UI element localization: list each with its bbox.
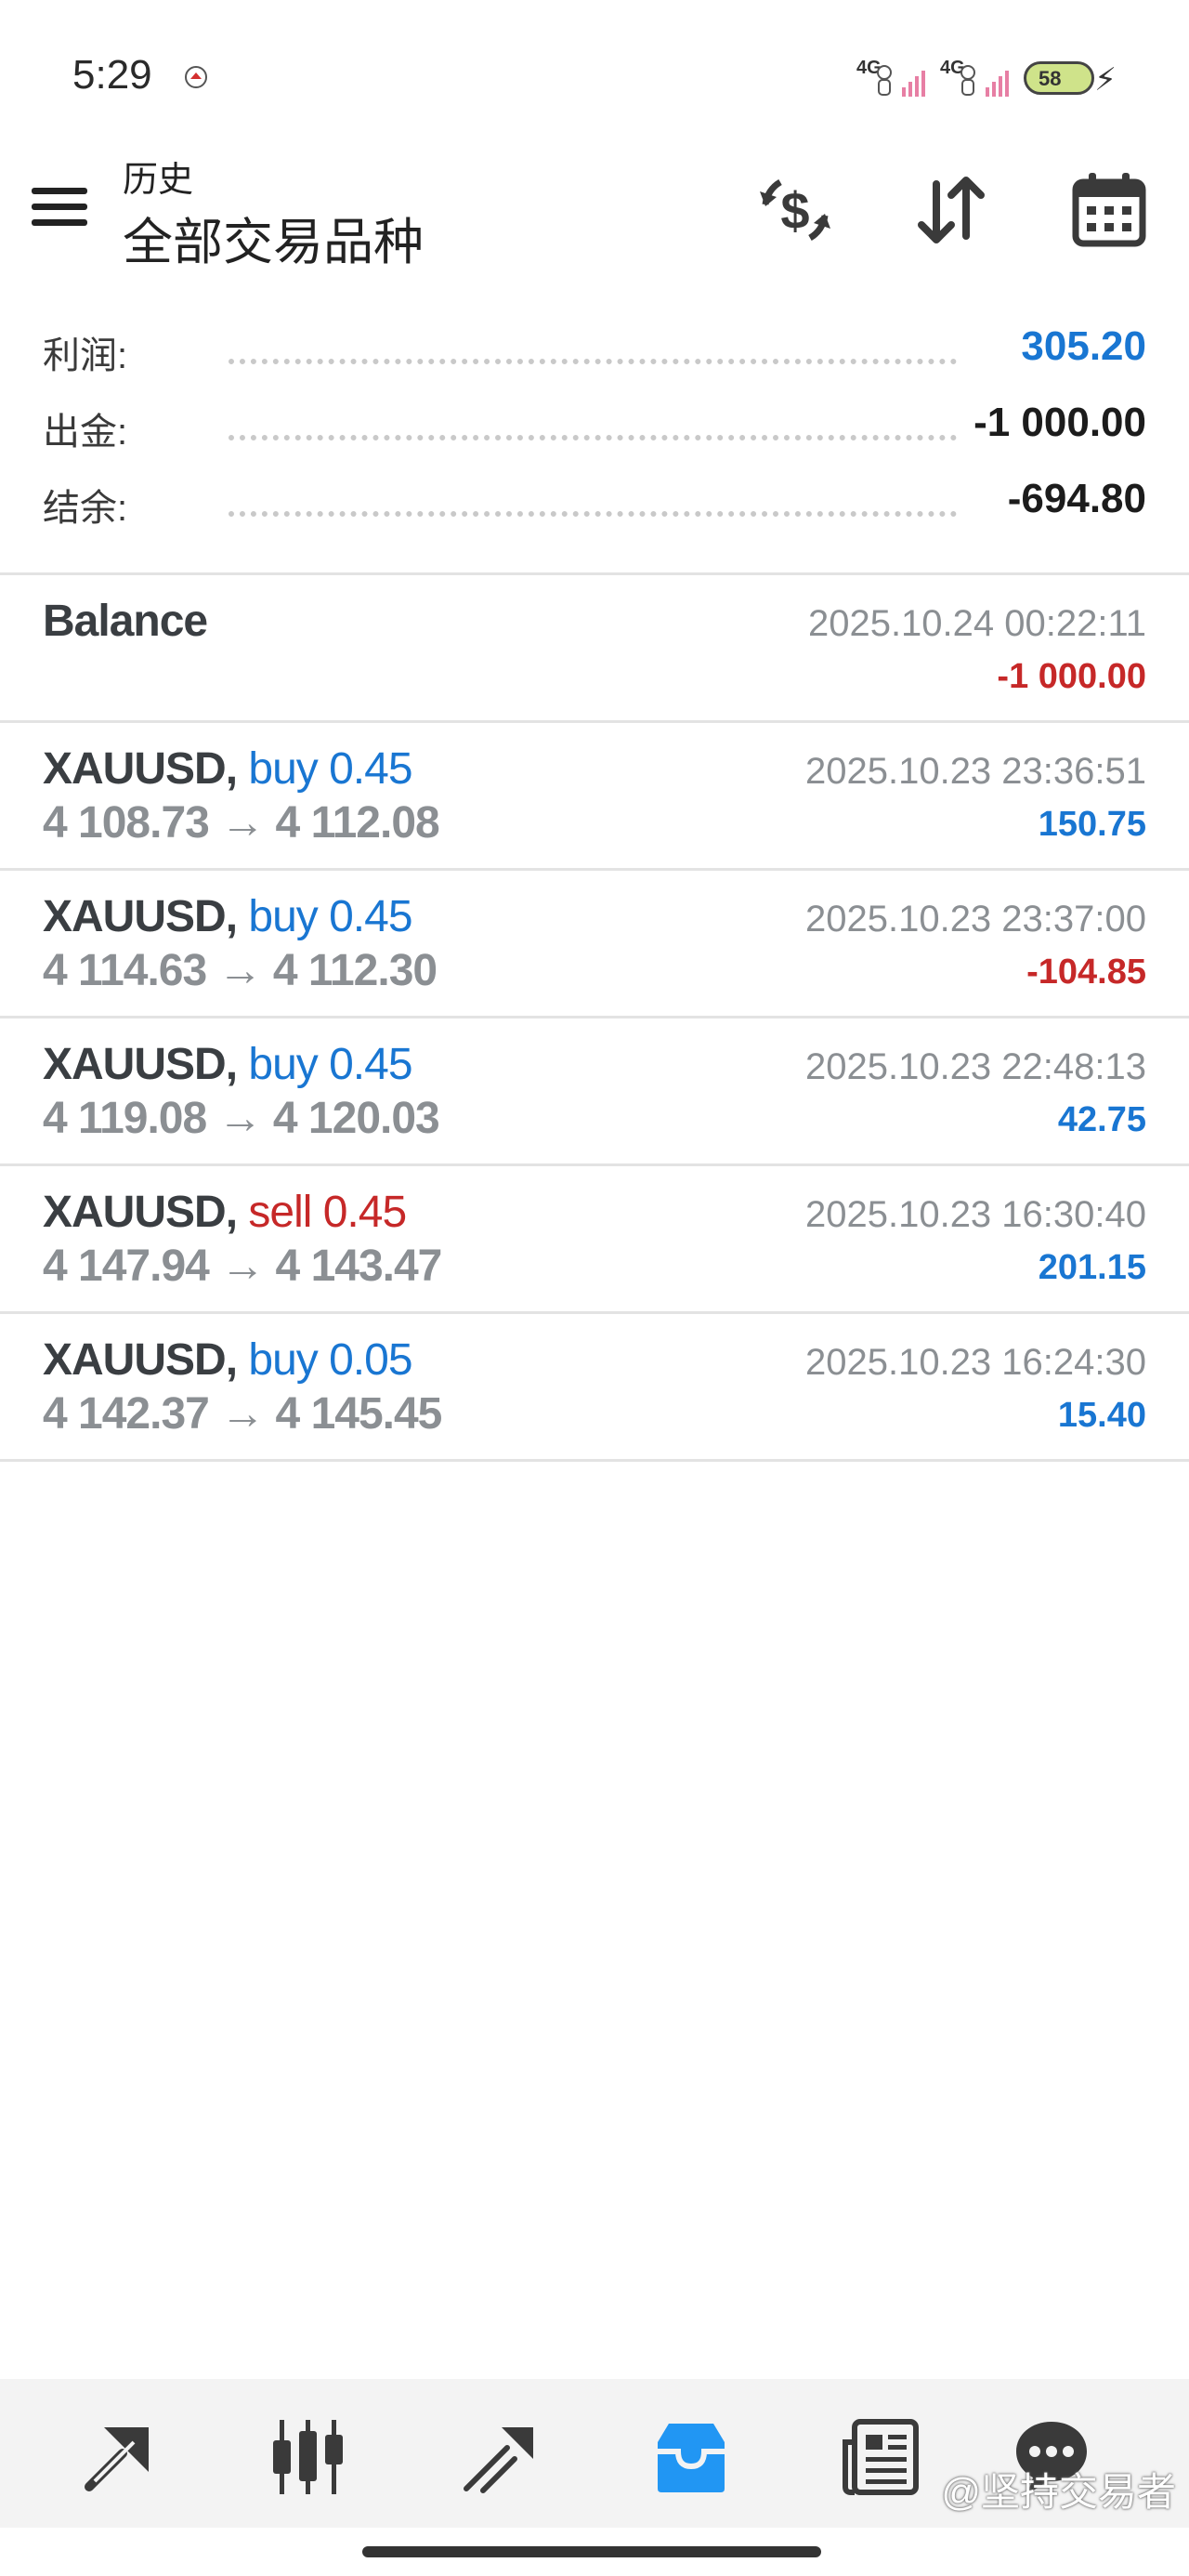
deal-symbol: XAUUSD, <box>43 892 238 941</box>
deal-side: buy 0.45 <box>248 744 412 794</box>
summary-profit-row: 利润: 305.20 <box>0 307 1189 383</box>
profit-label: 利润: <box>43 335 128 376</box>
deal-side: buy 0.45 <box>248 1040 412 1089</box>
menu-button[interactable] <box>32 188 87 230</box>
deal-row[interactable]: XAUUSD, buy 0.05 4 142.37 → 4 145.45 202… <box>0 1314 1189 1462</box>
open-price: 4 142.37 <box>43 1389 210 1439</box>
price-arrow: → <box>217 946 263 995</box>
trade-icon[interactable] <box>457 2414 542 2500</box>
history-icon[interactable] <box>648 2414 734 2500</box>
summary-withdrawal-row: 出金: -1 000.00 <box>0 383 1189 459</box>
deal-time: 2025.10.23 16:30:40 <box>804 1194 1146 1235</box>
status-bar: 5:29 4G 4G 58 ⚡ <box>0 0 1189 139</box>
quotes-icon[interactable] <box>76 2414 162 2500</box>
open-price: 4 114.63 <box>43 946 207 995</box>
deal-row[interactable]: XAUUSD, buy 0.45 4 114.63 → 4 112.30 202… <box>0 871 1189 1019</box>
dotted-leader <box>229 359 957 364</box>
exchange-dollar-icon[interactable]: $ <box>752 167 838 253</box>
home-indicator[interactable] <box>362 2546 821 2557</box>
battery-icon: 58 ⚡ <box>1024 56 1117 100</box>
deal-prices: 4 147.94 → 4 143.47 <box>43 1241 443 1292</box>
sort-icon[interactable] <box>908 167 994 253</box>
deal-symbol: XAUUSD, <box>43 1188 238 1237</box>
open-price: 4 147.94 <box>43 1242 210 1291</box>
price-arrow: → <box>220 798 265 848</box>
deal-row[interactable]: XAUUSD, sell 0.45 4 147.94 → 4 143.47 20… <box>0 1166 1189 1314</box>
close-price: 4 143.47 <box>275 1242 443 1291</box>
deal-prices: 4 114.63 → 4 112.30 <box>43 945 438 996</box>
deal-row[interactable]: XAUUSD, buy 0.45 4 119.08 → 4 120.03 202… <box>0 1019 1189 1166</box>
deal-time: 2025.10.23 23:37:00 <box>804 899 1146 940</box>
app-header: 历史 全部交易品种 $ <box>0 139 1189 279</box>
open-price: 4 108.73 <box>43 798 210 848</box>
deal-row[interactable]: XAUUSD, buy 0.45 4 108.73 → 4 112.08 202… <box>0 723 1189 871</box>
deal-list: Balance 2025.10.24 00:22:11 -1 000.00 XA… <box>0 575 1189 1462</box>
deal-side: sell 0.45 <box>248 1188 407 1237</box>
signal-icon: 4G <box>856 54 925 102</box>
deal-prices: 4 108.73 → 4 112.08 <box>43 797 440 848</box>
chart-icon[interactable] <box>266 2414 351 2500</box>
deal-title: XAUUSD, buy 0.45 <box>43 1039 413 1090</box>
withdrawal-label: 出金: <box>43 412 128 453</box>
status-time: 5:29 <box>72 52 152 98</box>
close-price: 4 120.03 <box>272 1094 440 1143</box>
deal-time: 2025.10.23 23:36:51 <box>804 751 1146 792</box>
close-price: 4 145.45 <box>275 1389 443 1439</box>
notification-icon <box>185 66 207 88</box>
dotted-leader <box>229 511 957 517</box>
dotted-leader <box>229 435 957 440</box>
deal-time: 2025.10.24 00:22:11 <box>807 603 1146 644</box>
deal-profit: 42.75 <box>1057 1100 1146 1139</box>
deal-side: buy 0.05 <box>248 1335 412 1385</box>
balance-operation-row[interactable]: Balance 2025.10.24 00:22:11 -1 000.00 <box>0 575 1189 723</box>
summary-balance-row: 结余: -694.80 <box>0 459 1189 535</box>
deal-title: Balance <box>43 597 208 646</box>
deal-prices: 4 119.08 → 4 120.03 <box>43 1093 440 1144</box>
history-summary: 利润: 305.20 出金: -1 000.00 结余: -694.80 <box>0 307 1189 535</box>
price-arrow: → <box>220 1389 265 1439</box>
deal-symbol: XAUUSD, <box>43 1040 238 1089</box>
deal-title: XAUUSD, buy 0.05 <box>43 1334 413 1386</box>
deal-title: XAUUSD, buy 0.45 <box>43 891 413 942</box>
open-price: 4 119.08 <box>43 1094 207 1143</box>
signal-icon: 4G <box>940 54 1009 102</box>
deal-symbol: XAUUSD, <box>43 1335 238 1385</box>
symbol-filter-title[interactable]: 全部交易品种 <box>123 201 424 274</box>
deal-profit: 15.40 <box>1057 1396 1146 1435</box>
battery-level: 58 <box>1039 67 1062 90</box>
deal-title: XAUUSD, sell 0.45 <box>43 1187 407 1238</box>
deal-profit: -1 000.00 <box>997 657 1146 696</box>
deal-time: 2025.10.23 16:24:30 <box>804 1342 1146 1383</box>
price-arrow: → <box>217 1094 263 1143</box>
price-arrow: → <box>220 1242 265 1291</box>
svg-text:$: $ <box>780 181 809 240</box>
withdrawal-value: -1 000.00 <box>973 400 1146 445</box>
deal-symbol: XAUUSD, <box>43 744 238 794</box>
page-subtitle: 历史 <box>123 161 194 200</box>
deal-side: buy 0.45 <box>248 892 412 941</box>
close-price: 4 112.30 <box>272 946 438 995</box>
status-icons: 4G 4G 58 ⚡ <box>856 52 1117 104</box>
watermark: @坚持交易者 <box>941 2470 1176 2514</box>
deal-prices: 4 142.37 → 4 145.45 <box>43 1388 443 1439</box>
charging-icon: ⚡ <box>1094 62 1117 98</box>
deal-profit: -104.85 <box>1026 953 1146 992</box>
news-icon[interactable] <box>838 2414 923 2500</box>
profit-value: 305.20 <box>1021 323 1146 369</box>
balance-value: -694.80 <box>1007 476 1146 521</box>
deal-profit: 201.15 <box>1038 1248 1146 1287</box>
deal-profit: 150.75 <box>1038 805 1146 844</box>
calendar-icon[interactable] <box>1066 167 1152 253</box>
deal-title: XAUUSD, buy 0.45 <box>43 743 413 795</box>
deal-time: 2025.10.23 22:48:13 <box>804 1046 1146 1087</box>
close-price: 4 112.08 <box>275 798 440 848</box>
balance-label: 结余: <box>43 488 128 529</box>
